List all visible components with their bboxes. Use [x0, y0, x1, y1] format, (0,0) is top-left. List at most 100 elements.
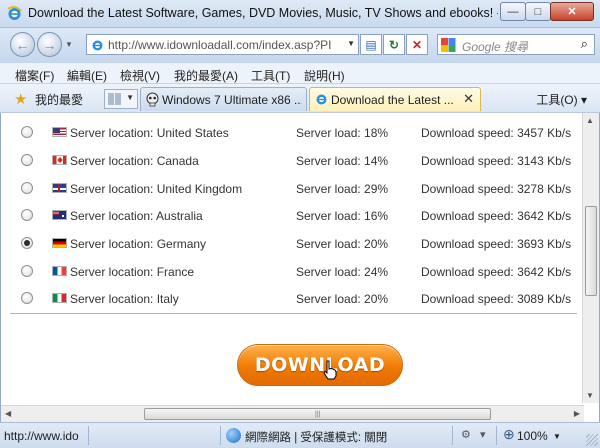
menu-bar: 檔案(F) 編輯(E) 檢視(V) 我的最愛(A) 工具(T) 說明(H) — [0, 62, 600, 84]
vertical-scrollbar[interactable]: ▲ ▼ — [582, 113, 599, 403]
server-load: Server load: 14% — [296, 154, 389, 168]
add-ons-icon[interactable]: ⚙ — [461, 428, 471, 441]
close-button[interactable]: ✕ — [550, 2, 594, 21]
server-row[interactable]: Server location: Australia Server load: … — [10, 202, 577, 229]
download-button[interactable]: DOWNLOAD — [237, 344, 403, 386]
zoom-icon[interactable]: ⊕ — [503, 426, 515, 443]
scroll-up-icon[interactable]: ▲ — [586, 116, 594, 125]
server-row[interactable]: Server location: France Server load: 24%… — [10, 258, 577, 285]
status-url: http://www.ido — [4, 429, 79, 443]
zoom-dropdown-icon[interactable]: ▼ — [553, 432, 561, 441]
search-input[interactable]: Google 搜尋 — [462, 38, 528, 55]
download-speed: Download speed: 3693 Kb/s — [421, 237, 572, 251]
france-flag-icon — [52, 266, 67, 276]
favorites-button[interactable]: 我的最愛 — [35, 91, 83, 108]
server-load: Server load: 16% — [296, 209, 389, 223]
server-location: Server location: Australia — [70, 209, 203, 223]
us-flag-icon — [52, 127, 67, 137]
horizontal-scrollbar[interactable]: ◀ ||| ▶ — [1, 405, 584, 422]
australia-flag-icon — [52, 210, 67, 220]
horizontal-scroll-thumb[interactable]: ||| — [144, 408, 491, 420]
minimize-button[interactable]: — — [500, 2, 526, 21]
tab-download-latest[interactable]: Download the Latest ... ✕ — [309, 87, 481, 111]
security-zone-label[interactable]: 網際網路 | 受保護模式: 關閉 — [245, 429, 387, 445]
scroll-right-icon[interactable]: ▶ — [574, 409, 580, 418]
quick-tabs-button[interactable]: ▼ — [104, 89, 138, 109]
forward-button[interactable]: → — [37, 32, 62, 57]
status-bar: http://www.ido 網際網路 | 受保護模式: 關閉 ⚙ ▾ ⊕ 10… — [0, 422, 600, 448]
search-box[interactable]: Google 搜尋 ⌕ — [437, 34, 595, 55]
page-content: Server location: United States Server lo… — [0, 113, 600, 422]
server-radio[interactable] — [21, 182, 33, 194]
italy-flag-icon — [52, 293, 67, 303]
tools-menu-button[interactable]: 工具(O) ▾ — [536, 91, 587, 108]
server-radio[interactable] — [21, 126, 33, 138]
server-row[interactable]: Server location: Germany Server load: 20… — [10, 230, 577, 257]
menu-view[interactable]: 檢視(V) — [120, 67, 160, 84]
close-tab-icon[interactable]: ✕ — [463, 91, 474, 107]
skull-favicon-icon — [146, 92, 159, 107]
compatibility-view-button[interactable]: ▤ — [360, 34, 382, 55]
download-speed: Download speed: 3089 Kb/s — [421, 292, 572, 306]
tab-windows7[interactable]: Windows 7 Ultimate x86 ... — [140, 87, 307, 111]
internet-zone-globe-icon — [226, 428, 241, 443]
server-load: Server load: 20% — [296, 292, 389, 306]
download-button-label: DOWNLOAD — [254, 354, 386, 376]
server-load: Server load: 18% — [296, 126, 389, 140]
server-radio[interactable] — [21, 209, 33, 221]
server-row[interactable]: Server location: Italy Server load: 20% … — [10, 285, 577, 312]
address-dropdown-icon[interactable]: ▼ — [347, 39, 355, 48]
stop-button[interactable]: ✕ — [406, 34, 428, 55]
server-load: Server load: 24% — [296, 265, 389, 279]
server-load: Server load: 29% — [296, 182, 389, 196]
status-divider — [88, 426, 89, 445]
tab-list-dropdown-icon[interactable]: ▼ — [126, 93, 134, 102]
status-divider — [220, 426, 221, 445]
page-icon — [92, 40, 103, 51]
download-speed: Download speed: 3457 Kb/s — [421, 126, 572, 140]
back-arrow-icon: ← — [15, 36, 30, 53]
menu-edit[interactable]: 編輯(E) — [67, 67, 107, 84]
favorites-star-icon[interactable]: ★ — [14, 90, 27, 108]
tab-label: Download the Latest ... — [331, 93, 454, 107]
scroll-left-icon[interactable]: ◀ — [5, 409, 11, 418]
refresh-button[interactable]: ↻ — [383, 34, 405, 55]
zoom-level[interactable]: 100% — [517, 429, 548, 443]
server-location: Server location: Germany — [70, 237, 207, 251]
download-speed: Download speed: 3642 Kb/s — [421, 209, 572, 223]
menu-help[interactable]: 說明(H) — [304, 67, 345, 84]
server-location: Server location: France — [70, 265, 195, 279]
uk-flag-icon — [52, 183, 67, 193]
menu-favorites[interactable]: 我的最愛(A) — [174, 67, 238, 84]
server-radio[interactable] — [21, 292, 33, 304]
stop-icon: ✕ — [411, 37, 423, 52]
resize-grip-icon[interactable] — [586, 434, 598, 446]
status-dropdown-icon[interactable]: ▾ — [480, 428, 486, 441]
history-dropdown[interactable]: ▼ — [65, 40, 73, 49]
maximize-button[interactable]: □ — [525, 2, 551, 21]
window-title: Download the Latest Software, Games, DVD… — [28, 6, 498, 20]
server-row[interactable]: Server location: United States Server lo… — [10, 119, 577, 146]
scroll-down-icon[interactable]: ▼ — [586, 391, 594, 400]
download-speed: Download speed: 3642 Kb/s — [421, 265, 572, 279]
server-radio[interactable] — [21, 265, 33, 277]
quick-tabs-icon — [108, 93, 121, 105]
hand-cursor-icon — [323, 360, 337, 380]
server-row[interactable]: Server location: United Kingdom Server l… — [10, 175, 577, 202]
server-radio[interactable] — [21, 154, 33, 166]
server-radio-selected[interactable] — [21, 237, 33, 249]
ie-favicon-icon — [316, 94, 327, 105]
menu-file[interactable]: 檔案(F) — [15, 67, 54, 84]
server-list: Server location: United States Server lo… — [10, 113, 577, 314]
search-icon[interactable]: ⌕ — [581, 36, 588, 52]
vertical-scroll-thumb[interactable] — [585, 206, 597, 296]
address-input[interactable]: http://www.idownloadall.com/index.asp?PI — [108, 38, 343, 52]
back-button[interactable]: ← — [10, 32, 35, 57]
download-speed: Download speed: 3143 Kb/s — [421, 154, 572, 168]
tab-label: Windows 7 Ultimate x86 ... — [162, 93, 302, 107]
forward-arrow-icon: → — [42, 36, 57, 53]
menu-tools[interactable]: 工具(T) — [251, 67, 290, 84]
address-bar[interactable]: http://www.idownloadall.com/index.asp?PI… — [86, 34, 359, 55]
server-row[interactable]: Server location: Canada Server load: 14%… — [10, 147, 577, 174]
canada-flag-icon — [52, 155, 67, 165]
